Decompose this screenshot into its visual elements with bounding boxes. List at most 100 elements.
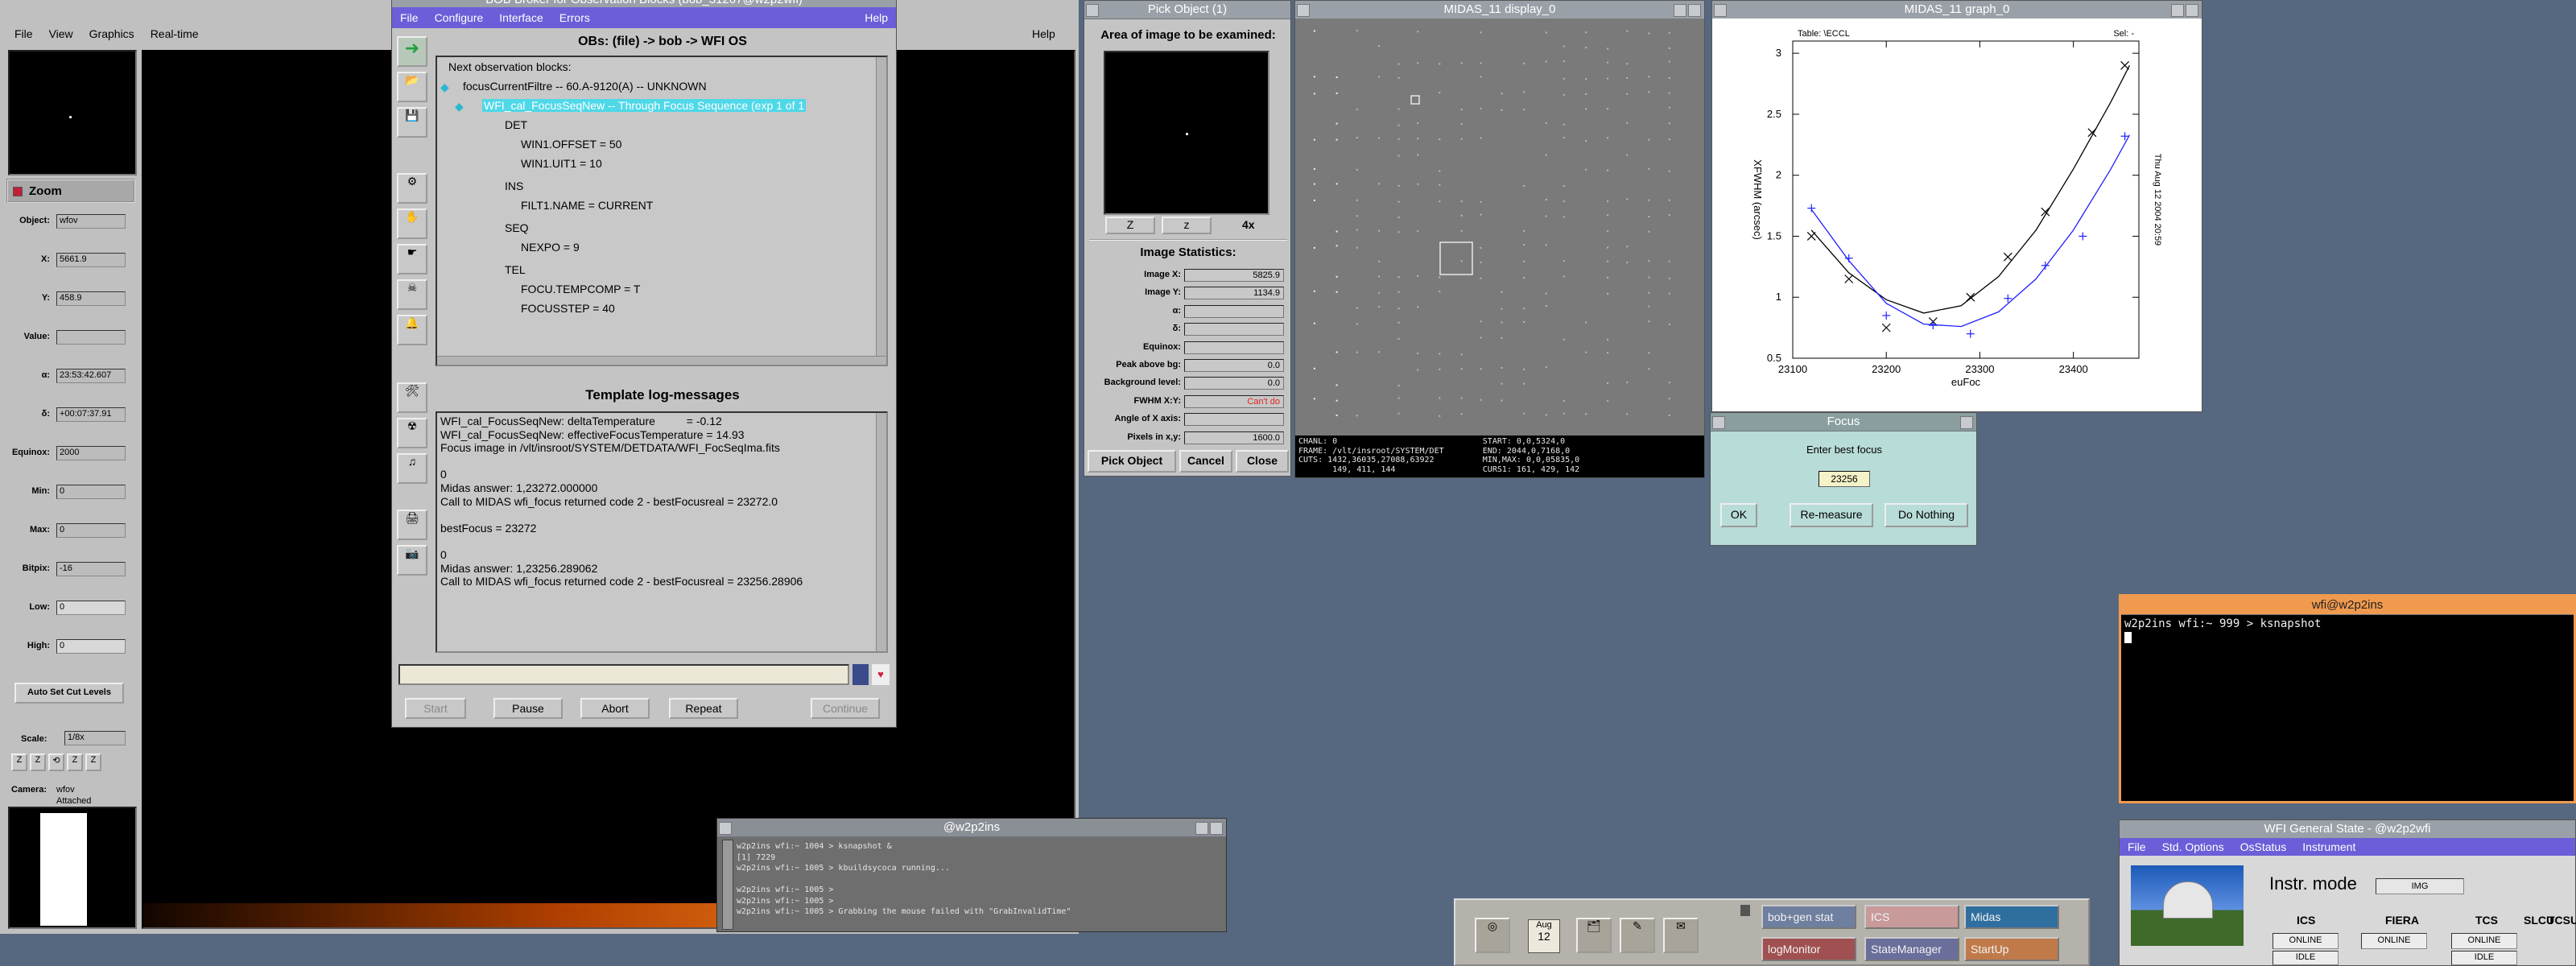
focus-remeasure-button[interactable]: Re-measure <box>1790 503 1873 527</box>
tree-scrollbar[interactable] <box>876 57 886 365</box>
midas-display-titlebar[interactable]: MIDAS_11 display_0 <box>1295 1 1704 19</box>
panel-mail-icon[interactable]: ✉ <box>1663 918 1699 953</box>
wfi-state-titlebar[interactable]: WFI General State - @w2p2wfi <box>2120 820 2575 839</box>
graph-max-icon[interactable] <box>2186 4 2198 17</box>
tree-item[interactable]: FOCUSSTEP = 40 <box>521 302 615 315</box>
wfi-menu-file[interactable]: File <box>2128 840 2146 853</box>
focus-menu-icon[interactable] <box>1712 416 1725 429</box>
tree-item[interactable]: NEXPO = 9 <box>521 241 580 254</box>
xterm-ins-titlebar[interactable]: @w2p2ins <box>717 819 1226 837</box>
focus-titlebar[interactable]: Focus <box>1711 413 1976 431</box>
bob-command-icons[interactable]: ♥ <box>852 664 890 685</box>
xterm-ins-min-icon[interactable] <box>1195 822 1208 835</box>
panel-globe-icon[interactable]: ◎ <box>1475 918 1510 953</box>
tree-item[interactable]: INS <box>505 180 523 192</box>
bob-load-icon[interactable]: ➜ <box>397 36 427 67</box>
bob-repeat-button[interactable]: Repeat <box>669 698 738 719</box>
bob-execute-icon[interactable]: ⚙ <box>397 173 427 204</box>
zoom-out-button[interactable]: Z <box>30 753 46 771</box>
heart-icon[interactable]: ♥ <box>872 664 890 685</box>
tree-item[interactable]: WIN1.UIT1 = 10 <box>521 157 602 170</box>
flip-x-button[interactable]: Z <box>67 753 83 771</box>
tree-item[interactable]: DET <box>505 118 527 131</box>
bob-pause-button[interactable]: Pause <box>493 698 563 719</box>
panel-app-button[interactable]: logMonitor <box>1761 937 1856 961</box>
rtd-help-menu[interactable]: Help <box>1032 27 1055 40</box>
bob-start-button[interactable]: Start <box>405 698 466 719</box>
tree-hscrollbar[interactable] <box>437 356 886 365</box>
log-area[interactable]: WFI_cal_FocusSeqNew: deltaTemperature = … <box>436 411 888 653</box>
midas-graph-titlebar[interactable]: MIDAS_11 graph_0 <box>1712 1 2202 19</box>
xterm-ins-text[interactable]: w2p2ins wfi:~ 1004 > ksnapshot & [1] 722… <box>737 841 1071 918</box>
xterm-ins-max-icon[interactable] <box>1210 822 1223 835</box>
menu-graphics[interactable]: Graphics <box>89 27 134 40</box>
rtd-panner[interactable] <box>8 50 137 175</box>
panel-calendar[interactable]: Aug 12 <box>1528 919 1560 953</box>
tree-item[interactable]: FOCU.TEMPCOMP = T <box>521 283 640 295</box>
focus-donothing-button[interactable]: Do Nothing <box>1885 503 1968 527</box>
panel-lock-icon[interactable] <box>1740 905 1750 916</box>
xterm-ins-menu-icon[interactable] <box>719 822 732 835</box>
panel-app-button[interactable]: bob+gen stat <box>1761 905 1856 929</box>
bob-pointer-icon[interactable]: ☛ <box>397 244 427 275</box>
rotate-button[interactable]: ⟲ <box>48 753 64 771</box>
bob-save-icon[interactable]: 💾 <box>397 107 427 138</box>
graph-min-icon[interactable] <box>2171 4 2184 17</box>
bob-tools-icon[interactable]: 🛠 <box>397 382 427 413</box>
log-scrollbar[interactable] <box>876 413 886 651</box>
midas-display-max-icon[interactable] <box>1688 4 1701 17</box>
bob-menu-help[interactable]: Help <box>865 11 888 24</box>
wfi-menu-instrument[interactable]: Instrument <box>2302 840 2355 853</box>
xterm-wfi-text[interactable]: w2p2ins wfi:~ 999 > ksnapshot <box>2124 617 2321 630</box>
midas-display-menu-icon[interactable] <box>1297 4 1310 17</box>
menu-view[interactable]: View <box>49 27 73 40</box>
bob-menu-errors[interactable]: Errors <box>559 11 590 24</box>
bob-bell-icon[interactable]: 🔔 <box>397 315 427 345</box>
rtd-field-value[interactable]: 0 <box>56 639 126 654</box>
tree-item[interactable]: FILT1.NAME = CURRENT <box>521 199 653 212</box>
scale-select[interactable]: 1/8x <box>64 731 126 745</box>
panel-app-button[interactable]: StartUp <box>1964 937 2059 961</box>
pick-object-button[interactable]: Pick Object <box>1088 450 1176 473</box>
panel-app-button[interactable]: StateManager <box>1864 937 1959 961</box>
menu-realtime[interactable]: Real-time <box>151 27 199 40</box>
tree-item[interactable]: Next observation blocks: <box>448 60 572 73</box>
flip-y-button[interactable]: Z <box>85 753 101 771</box>
pick-close-icon[interactable] <box>1086 4 1099 17</box>
bob-menu-configure[interactable]: Configure <box>435 11 484 24</box>
pick-cancel-button[interactable]: Cancel <box>1179 450 1232 473</box>
bob-menu-interface[interactable]: Interface <box>499 11 543 24</box>
wfi-menu-options[interactable]: Std. Options <box>2162 840 2224 853</box>
bob-continue-button[interactable]: Continue <box>811 698 880 719</box>
pick-close-button[interactable]: Close <box>1236 450 1289 473</box>
bob-open-icon[interactable]: 📂 <box>397 72 427 102</box>
tree-item[interactable]: SEQ <box>505 221 529 234</box>
focus-input[interactable]: 23256 <box>1818 471 1870 487</box>
bob-printer-icon[interactable]: 🖨 <box>397 510 427 540</box>
panel-edit-icon[interactable]: ✎ <box>1620 918 1655 953</box>
midas-display-image[interactable] <box>1295 19 1704 436</box>
panel-app-button[interactable]: ICS <box>1864 905 1959 929</box>
graph-menu-icon[interactable] <box>1714 4 1727 17</box>
panel-files-icon[interactable]: 🗂 <box>1576 918 1612 953</box>
menu-file[interactable]: File <box>14 27 33 40</box>
rtd-field-value[interactable]: 0 <box>56 601 126 615</box>
bob-music-icon[interactable]: ♫ <box>397 453 427 484</box>
tree-item[interactable]: TEL <box>505 263 526 276</box>
bob-hand-icon[interactable]: ✋ <box>397 208 427 239</box>
panel-app-button[interactable]: Midas <box>1964 905 2059 929</box>
terminal-icon[interactable] <box>852 664 869 685</box>
tree-item[interactable]: WIN1.OFFSET = 50 <box>521 138 621 151</box>
focus-ok-button[interactable]: OK <box>1720 503 1757 527</box>
midas-display-min-icon[interactable] <box>1674 4 1686 17</box>
bob-skull-icon[interactable]: ☠ <box>397 279 427 310</box>
pick-zoom-in-button[interactable]: Z <box>1105 217 1155 234</box>
tree-item-selected[interactable]: WFI_cal_FocusSeqNew -- Through Focus Seq… <box>482 99 807 112</box>
zoom-in-button[interactable]: Z <box>11 753 27 771</box>
auto-cut-button[interactable]: Auto Set Cut Levels <box>14 683 124 704</box>
pick-titlebar[interactable]: Pick Object (1) <box>1084 1 1290 19</box>
tree-item[interactable]: focusCurrentFiltre -- 60.A-9120(A) -- UN… <box>463 80 707 93</box>
bob-radiation-icon[interactable]: ☢ <box>397 418 427 448</box>
bob-abort-button[interactable]: Abort <box>580 698 650 719</box>
xterm-wfi-titlebar[interactable]: wfi@w2p2ins <box>2121 597 2574 615</box>
